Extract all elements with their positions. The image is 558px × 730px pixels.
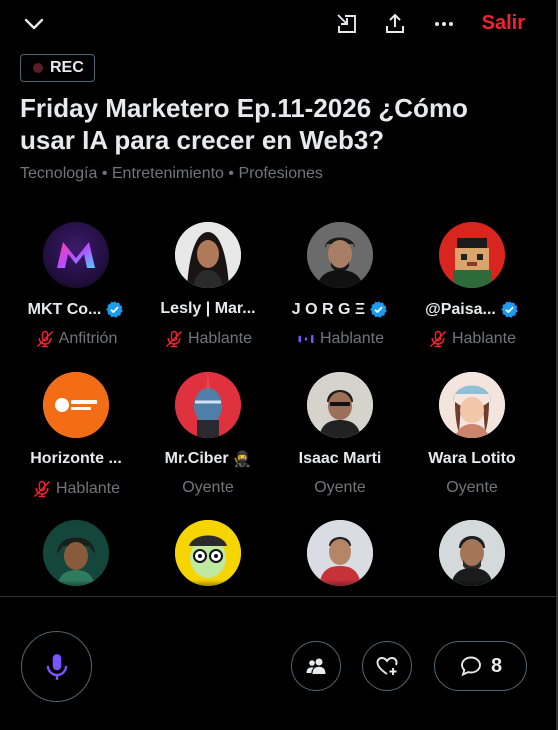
participant-card[interactable]: Horizonte ... Hablante <box>10 372 142 522</box>
space-topics: Tecnología • Entretenimiento • Profesion… <box>20 165 323 182</box>
avatar[interactable] <box>43 222 109 288</box>
participant-card[interactable]: Lesly | Mar... Hablante <box>142 222 274 372</box>
participant-card[interactable]: Wara Lotito Oyente <box>406 372 538 522</box>
people-icon <box>306 658 326 674</box>
avatar[interactable] <box>307 222 373 288</box>
comment-count: 8 <box>490 654 503 677</box>
participant-card[interactable]: Isaac Marti Oyente <box>274 372 406 522</box>
participant-role: Oyente <box>446 479 498 496</box>
participant-role: Hablante <box>406 329 538 349</box>
recording-badge: REC <box>20 54 95 82</box>
avatar[interactable] <box>439 222 505 288</box>
comments-button[interactable]: 8 <box>434 641 527 691</box>
minimize-to-dock-icon[interactable] <box>333 10 361 38</box>
participant-role: Hablante <box>10 479 142 499</box>
recording-label: REC <box>50 59 84 76</box>
mic-muted-icon <box>429 330 446 348</box>
participants-button[interactable] <box>291 641 341 691</box>
verified-badge-icon <box>501 301 518 318</box>
participant-name: Isaac Marti <box>298 450 382 467</box>
participant-name: Mr.Ciber 🥷 <box>164 450 252 468</box>
participant-name: @Paisa... <box>406 300 538 319</box>
comment-icon <box>460 656 481 677</box>
footer-divider <box>0 596 556 597</box>
mic-muted-icon <box>165 330 182 348</box>
participant-card[interactable]: Mr.Ciber 🥷 Oyente <box>142 372 274 522</box>
participant-card[interactable]: MKT Co... Anfitrión <box>10 222 142 372</box>
participant-card[interactable]: J O R G Ξ Hablante <box>274 222 406 372</box>
exit-button[interactable]: Salir <box>482 12 525 35</box>
participant-card[interactable]: @Paisa... Hablante <box>406 222 538 372</box>
avatar[interactable] <box>43 372 109 438</box>
participant-role: Hablante <box>274 329 406 349</box>
react-button[interactable] <box>362 641 412 691</box>
verified-badge-icon <box>106 301 124 318</box>
heart-plus-icon <box>376 657 398 675</box>
share-icon[interactable] <box>381 10 409 38</box>
avatar[interactable] <box>439 520 505 586</box>
space-title: Friday Marketero Ep.11-2026 ¿Cómo usar I… <box>20 93 468 155</box>
avatar[interactable] <box>175 222 241 288</box>
participant-role: Hablante <box>142 329 274 349</box>
mic-muted-icon <box>33 480 50 498</box>
participant-role: Anfitrión <box>10 329 142 349</box>
ninja-emoji-icon: 🥷 <box>232 451 252 468</box>
avatar[interactable] <box>307 372 373 438</box>
microphone-button[interactable] <box>21 631 92 702</box>
speaking-bars-icon <box>298 334 314 344</box>
verified-badge-icon <box>370 301 388 318</box>
participant-role: Oyente <box>182 479 234 496</box>
more-horizontal-icon[interactable] <box>430 10 458 38</box>
participant-name: Lesly | Mar... <box>160 300 256 317</box>
recording-dot-icon <box>33 63 43 73</box>
participant-name: Horizonte ... <box>30 450 122 467</box>
microphone-icon <box>46 653 67 680</box>
avatar[interactable] <box>43 520 109 586</box>
participant-name: MKT Co... <box>10 300 142 319</box>
participant-role: Oyente <box>314 479 366 496</box>
participant-name: Wara Lotito <box>428 450 516 467</box>
chevron-down-icon[interactable] <box>20 10 48 38</box>
avatar[interactable] <box>307 520 373 586</box>
scroll-fade <box>0 580 556 596</box>
participant-name: J O R G Ξ <box>274 300 406 319</box>
avatar[interactable] <box>175 372 241 438</box>
top-bar: Salir <box>0 0 556 48</box>
avatar[interactable] <box>439 372 505 438</box>
mic-muted-icon <box>36 330 53 348</box>
avatar[interactable] <box>175 520 241 586</box>
